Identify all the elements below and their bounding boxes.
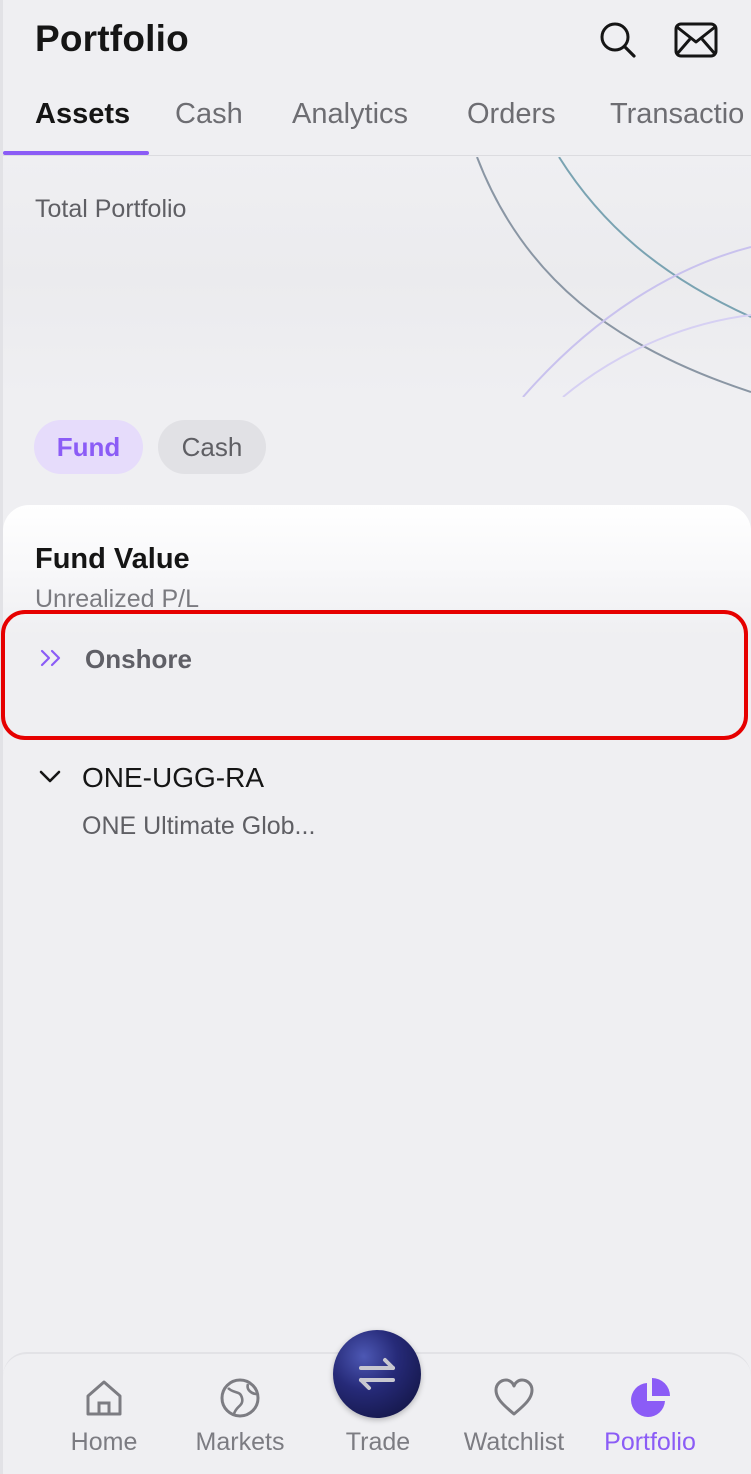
tab-bar: Assets Cash Analytics Orders Transactio — [3, 90, 751, 156]
nav-watchlist-label: Watchlist — [463, 1428, 565, 1456]
fund-filter-chip[interactable]: Fund — [34, 420, 143, 474]
nav-portfolio-label: Portfolio — [604, 1428, 696, 1456]
onshore-section-header[interactable]: Onshore — [1, 610, 748, 740]
chevron-down-icon[interactable] — [37, 768, 63, 786]
fund-list-item[interactable]: ONE-UGG-RA ONE Ultimate Glob... — [3, 760, 751, 850]
nav-portfolio[interactable]: Portfolio — [585, 1374, 715, 1470]
nav-home[interactable]: Home — [39, 1374, 169, 1470]
active-tab-indicator — [3, 151, 149, 155]
double-chevron-right-icon — [40, 649, 61, 667]
cash-filter-chip[interactable]: Cash — [158, 420, 266, 474]
swap-icon — [359, 1358, 395, 1390]
page-title: Portfolio — [35, 18, 189, 59]
trade-button[interactable] — [333, 1330, 421, 1418]
pie-chart-icon — [626, 1374, 674, 1422]
fund-code: ONE-UGG-RA — [82, 762, 264, 793]
total-portfolio-section: Total Portfolio — [3, 157, 751, 397]
tab-analytics[interactable]: Analytics — [292, 98, 408, 131]
fund-name: ONE Ultimate Glob... — [82, 812, 316, 840]
nav-trade-label: Trade — [345, 1428, 411, 1456]
home-icon — [80, 1374, 128, 1422]
onshore-label: Onshore — [85, 644, 192, 674]
tab-orders[interactable]: Orders — [467, 98, 556, 131]
tab-cash[interactable]: Cash — [175, 98, 243, 131]
heart-icon — [490, 1374, 538, 1422]
header: Portfolio — [0, 0, 751, 80]
total-portfolio-label: Total Portfolio — [35, 195, 187, 223]
tab-transactions[interactable]: Transactio — [610, 98, 744, 131]
nav-markets-label: Markets — [195, 1428, 285, 1456]
tab-assets[interactable]: Assets — [35, 98, 130, 131]
search-icon[interactable] — [596, 18, 640, 62]
nav-markets[interactable]: Markets — [175, 1374, 305, 1470]
mail-icon[interactable] — [674, 18, 718, 62]
fund-value-title: Fund Value — [35, 543, 190, 575]
unrealized-pl-label: Unrealized P/L — [35, 585, 199, 609]
nav-watchlist[interactable]: Watchlist — [449, 1374, 579, 1470]
nav-home-label: Home — [70, 1428, 138, 1456]
decorative-lines — [476, 157, 751, 397]
globe-icon — [216, 1374, 264, 1422]
